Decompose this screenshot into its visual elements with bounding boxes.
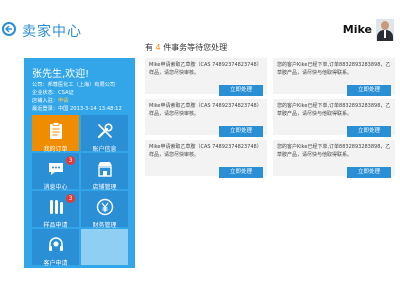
tile-label: 账户信息 [92,146,117,153]
chat-icon [48,163,63,175]
task-card: 您的客户Kike已经下单,订单8832893283898，乙草胺产品，请尽快与他… [273,140,395,178]
user-name[interactable]: Mike [343,23,372,36]
flask-icon [49,200,63,214]
shop-icon [97,162,112,177]
message-badge: 3 [66,156,75,165]
company-info: 公司：邦尊医化工（上海）有限公司 [32,82,116,88]
tile-my-orders[interactable]: 我的订单 [32,115,79,153]
welcome-text: 张先生,欢迎! [32,69,90,80]
back-button[interactable] [2,22,16,36]
headset-icon [48,237,63,251]
tile-finance[interactable]: 财务管理 [81,191,128,229]
last-login: 最近登录：中国 2013-3-14 13:48:12 [32,106,122,112]
process-button[interactable]: 立即处理 [347,126,391,137]
pending-summary: 有 4 件事务等待您处理 [145,43,228,52]
money-icon [96,198,113,216]
tile-sample-request[interactable]: 3 样品申请 [32,191,79,229]
auth-status: 企业状态：CSA证 [32,90,74,96]
tile-label: 客户申请 [43,260,68,267]
sample-badge: 3 [66,194,75,203]
tools-icon [97,123,113,139]
avatar[interactable] [376,19,394,41]
process-button[interactable]: 立即处理 [219,167,263,178]
process-button[interactable]: 立即处理 [347,167,391,178]
tile-label: 财务管理 [92,222,117,229]
task-text: 您的客户Kike已经下单,订单8832893283898，乙草胺产品，请尽快与他… [277,62,391,76]
tile-label: 我的订单 [43,146,68,153]
task-card: Mike申请索取乙草胺（CAS 74892374823748）样品，请您尽快审核… [145,58,267,96]
task-card: 您的客户Kike已经下单,订单8832893283898，乙草胺产品，请尽快与他… [273,58,395,96]
tile-message-center[interactable]: 3 消息中心 [32,153,79,191]
task-text: 您的客户Kike已经下单,订单8832893283898，乙草胺产品，请尽快与他… [277,103,391,117]
tile-label: 样品申请 [43,222,68,229]
tile-shop-management[interactable]: 店铺管理 [81,153,128,191]
task-text: Mike申请索取乙草胺（CAS 74892374823748）样品，请您尽快审核… [149,62,262,76]
process-button[interactable]: 立即处理 [219,126,263,137]
task-text: 您的客户Kike已经下单,订单8832893283898，乙草胺产品，请尽快与他… [277,144,391,158]
process-button[interactable]: 立即处理 [219,85,263,96]
task-card: 您的客户Kike已经下单,订单8832893283898，乙草胺产品，请尽快与他… [273,99,395,137]
tile-customer-request[interactable]: 客户申请 [32,229,79,267]
tile-empty [81,229,128,265]
tile-label: 消息中心 [43,184,68,191]
pending-count: 4 [155,43,161,52]
clipboard-icon [49,122,62,139]
task-text: Mike申请索取乙草胺（CAS 74892374823748）样品，请您尽快审核… [149,103,262,117]
tile-label: 店铺管理 [92,184,117,191]
task-card: Mike申请索取乙草胺（CAS 74892374823748）样品，请您尽快审核… [145,99,267,137]
shop-status: 店铺入驻：申请 [32,98,69,104]
task-card: Mike申请索取乙草胺（CAS 74892374823748）样品，请您尽快审核… [145,140,267,178]
page-title: 卖家中心 [22,24,82,40]
arrow-left-icon [5,25,12,33]
process-button[interactable]: 立即处理 [347,85,391,96]
task-text: Mike申请索取乙草胺（CAS 74892374823748）样品，请您尽快审核… [149,144,262,158]
profile-panel: 张先生,欢迎! 公司：邦尊医化工（上海）有限公司 企业状态：CSA证 店铺入驻：… [24,58,135,268]
tile-account-info[interactable]: 账户信息 [81,115,128,153]
